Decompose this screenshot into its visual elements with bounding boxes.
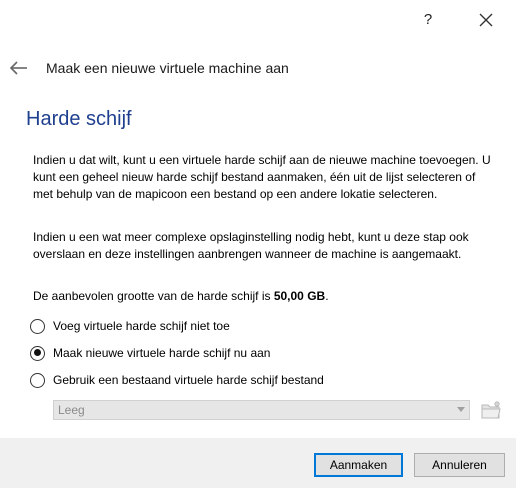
existing-disk-select[interactable]: Leeg (53, 400, 470, 420)
back-arrow-icon (9, 61, 27, 75)
close-button[interactable] (472, 6, 500, 34)
cancel-button[interactable]: Annuleren (414, 453, 505, 477)
back-button[interactable] (8, 59, 30, 77)
radio-create-disk[interactable]: Maak nieuwe virtuele harde schijf nu aan (30, 343, 270, 363)
close-icon (479, 13, 493, 27)
radio-button[interactable] (30, 318, 45, 334)
title-bar: ? (0, 0, 516, 40)
radio-label: Gebruik een bestaand virtuele harde schi… (53, 373, 324, 387)
recommended-size-value: 50,00 GB (273, 289, 326, 303)
button-bar: Aanmaken Annuleren (0, 438, 516, 488)
folder-open-icon (481, 401, 501, 419)
recommended-size-prefix: De aanbevolen grootte van de harde schij… (33, 289, 274, 303)
radio-label: Voeg virtuele harde schijf niet toe (53, 319, 230, 333)
help-button[interactable]: ? (414, 6, 442, 34)
existing-disk-value: Leeg (58, 403, 85, 417)
radio-label: Maak nieuwe virtuele harde schijf nu aan (53, 346, 271, 360)
advanced-note-paragraph: Indien u een wat meer complexe opslagins… (33, 230, 469, 261)
radio-use-existing-disk[interactable]: Gebruik een bestaand virtuele harde schi… (30, 370, 324, 390)
recommended-size-suffix: . (325, 289, 329, 303)
radio-button[interactable] (30, 372, 45, 388)
radio-no-disk[interactable]: Voeg virtuele harde schijf niet toe (30, 316, 230, 336)
radio-button[interactable] (30, 345, 45, 361)
description-paragraph: Indien u dat wilt, kunt u een virtuele h… (33, 153, 491, 201)
page-title: Harde schijf (26, 108, 132, 130)
recommended-size-text: De aanbevolen grootte van de harde schij… (33, 289, 329, 303)
choose-disk-file-button[interactable] (479, 398, 503, 422)
create-button[interactable]: Aanmaken (314, 453, 403, 477)
chevron-down-icon (457, 407, 465, 412)
wizard-title: Maak een nieuwe virtuele machine aan (46, 60, 289, 76)
wizard-header: Maak een nieuwe virtuele machine aan (0, 52, 516, 86)
